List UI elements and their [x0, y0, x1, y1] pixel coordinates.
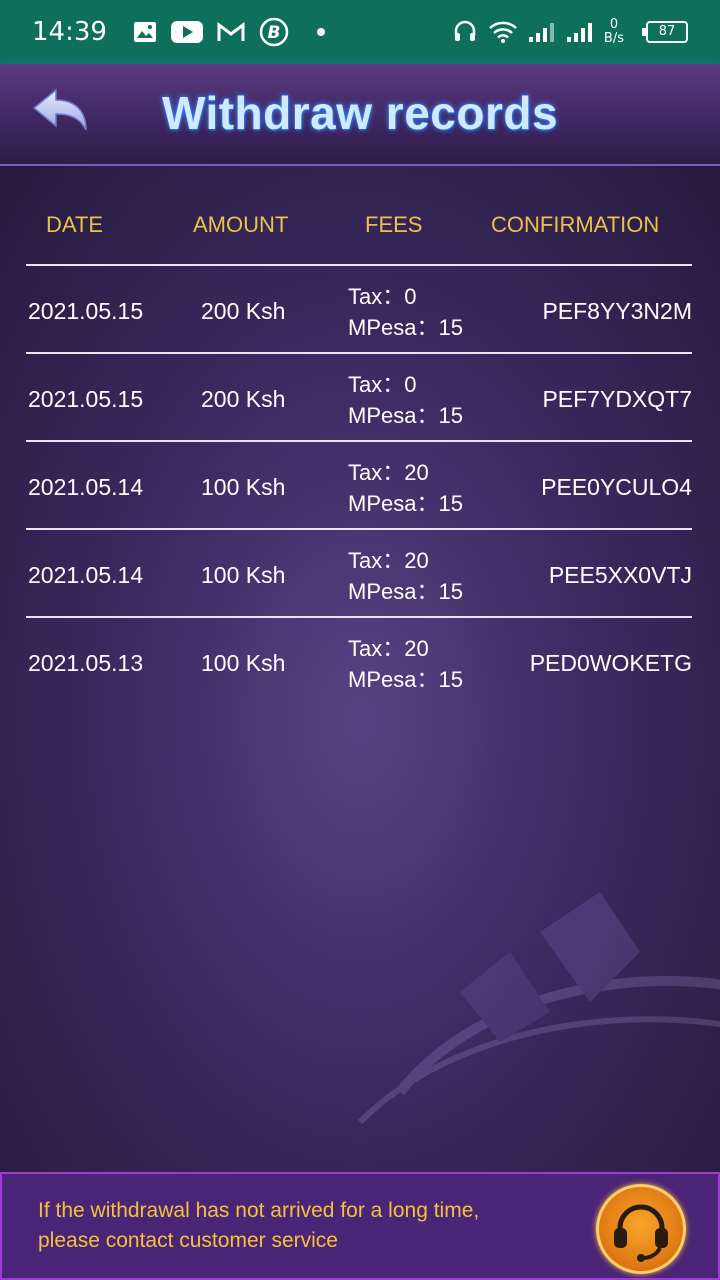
table-row: 2021.05.15 200 Ksh Tax：0 MPesa：15 PEF8YY…	[26, 264, 692, 352]
youtube-icon	[170, 21, 203, 43]
customer-service-button[interactable]	[596, 1184, 686, 1274]
app-header: Withdraw records	[0, 64, 720, 166]
row-confirmation: PED0WOKETG	[529, 650, 692, 676]
row-fee-tax: Tax：0	[348, 372, 417, 397]
column-header-date: DATE	[46, 212, 104, 237]
row-fee-tax: Tax：20	[348, 636, 429, 661]
row-confirmation: PEF7YDXQT7	[542, 386, 692, 412]
records-table: 2021.05.15 200 Ksh Tax：0 MPesa：15 PEF8YY…	[26, 264, 692, 704]
row-fee-mpesa: MPesa：15	[348, 403, 463, 428]
status-bar: 14:39 B 0 B/s 87	[0, 0, 720, 64]
records-panel: DATE AMOUNT FEES CONFIRMATION 2021.05.15…	[0, 166, 720, 1172]
row-date: 2021.05.14	[28, 474, 144, 500]
row-amount: 200 Ksh	[201, 386, 286, 412]
row-fee-tax: Tax：20	[348, 548, 429, 573]
table-row: 2021.05.15 200 Ksh Tax：0 MPesa：15 PEF7YD…	[26, 352, 692, 440]
customer-service-notice: If the withdrawal has not arrived for a …	[0, 1172, 720, 1280]
row-fee-tax: Tax：0	[348, 284, 417, 309]
gmail-icon	[217, 22, 245, 41]
row-fee-mpesa: MPesa：15	[348, 315, 463, 340]
row-fee-tax: Tax：20	[348, 460, 429, 485]
gallery-icon	[133, 22, 156, 42]
row-fees: Tax：20 MPesa：15	[348, 545, 463, 607]
row-confirmation: PEE5XX0VTJ	[548, 562, 692, 588]
row-date: 2021.05.15	[28, 386, 144, 412]
svg-text:B: B	[267, 23, 280, 43]
row-fees: Tax：20 MPesa：15	[348, 633, 463, 695]
row-date: 2021.05.14	[28, 562, 144, 588]
row-date: 2021.05.15	[28, 298, 144, 324]
row-fee-mpesa: MPesa：15	[348, 667, 463, 692]
system-icons: 0 B/s 87	[452, 18, 688, 46]
column-header-confirmation: CONFIRMATION	[491, 212, 660, 237]
row-fee-mpesa: MPesa：15	[348, 491, 463, 516]
status-time: 14:39	[32, 17, 107, 47]
signal-icon	[566, 23, 592, 42]
signal-icon	[528, 23, 554, 42]
row-fees: Tax：0 MPesa：15	[348, 369, 463, 431]
row-fees: Tax：20 MPesa：15	[348, 457, 463, 519]
row-amount: 100 Ksh	[201, 650, 286, 676]
row-date: 2021.05.13	[28, 650, 144, 676]
row-amount: 100 Ksh	[201, 474, 286, 500]
table-row: 2021.05.14 100 Ksh Tax：20 MPesa：15 PEE0Y…	[26, 440, 692, 528]
row-amount: 100 Ksh	[201, 562, 286, 588]
column-header-amount: AMOUNT	[193, 212, 289, 237]
network-speed-value: 0	[609, 17, 619, 32]
background-decoration	[357, 892, 720, 1125]
row-fees: Tax：0 MPesa：15	[348, 281, 463, 343]
notice-line-2: please contact customer service	[38, 1229, 338, 1252]
row-confirmation: PEF8YY3N2M	[542, 298, 692, 324]
page-title: Withdraw records	[161, 87, 559, 139]
battery-level: 87	[658, 24, 676, 39]
wifi-icon	[489, 21, 517, 43]
row-fee-mpesa: MPesa：15	[348, 579, 463, 604]
notice-text: If the withdrawal has not arrived for a …	[38, 1196, 578, 1256]
headset-icon	[614, 1204, 668, 1262]
b-app-icon: B	[259, 17, 289, 47]
network-speed-unit: B/s	[603, 31, 624, 46]
row-amount: 200 Ksh	[201, 298, 286, 324]
notification-icons: B	[133, 17, 325, 47]
headset-icon	[454, 20, 476, 41]
column-header-fees: FEES	[365, 212, 423, 237]
network-speed: 0 B/s	[604, 18, 624, 46]
dot-icon	[316, 28, 325, 36]
row-confirmation: PEE0YCULO4	[541, 474, 692, 500]
table-row: 2021.05.13 100 Ksh Tax：20 MPesa：15 PED0W…	[26, 616, 692, 704]
battery-icon: 87	[642, 21, 688, 43]
table-row: 2021.05.14 100 Ksh Tax：20 MPesa：15 PEE5X…	[26, 528, 692, 616]
table-header: DATE AMOUNT FEES CONFIRMATION	[0, 212, 720, 242]
notice-line-1: If the withdrawal has not arrived for a …	[38, 1199, 480, 1222]
